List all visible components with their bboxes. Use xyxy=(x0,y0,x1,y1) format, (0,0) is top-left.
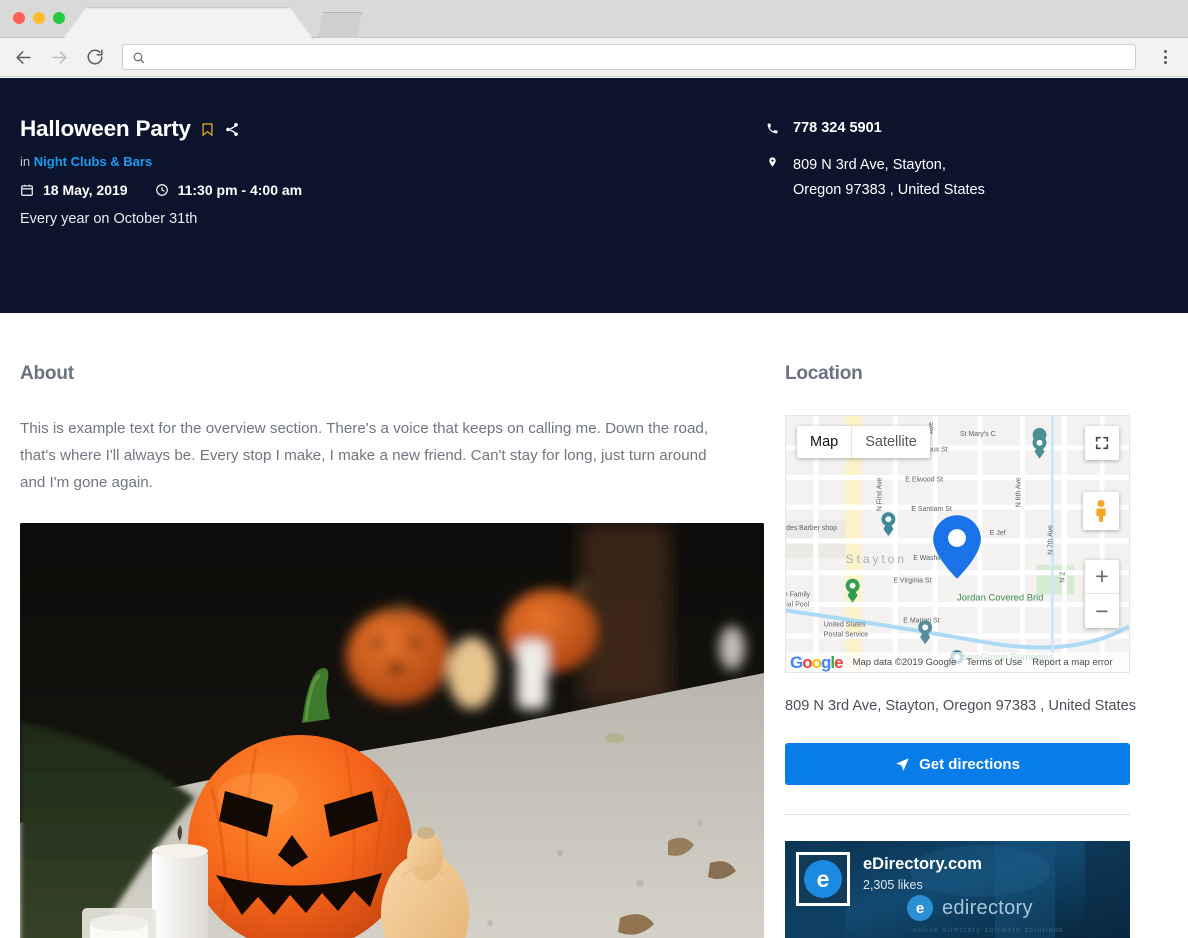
page-content: About This is example text for the overv… xyxy=(0,313,1188,938)
address-bar[interactable] xyxy=(122,44,1136,70)
widget-tagline: online directory software solutions xyxy=(913,927,1064,934)
map-terms-link[interactable]: Terms of Use xyxy=(966,657,1022,668)
reload-icon[interactable] xyxy=(84,46,106,68)
map-pin-icon xyxy=(765,153,779,169)
contact-phone-row[interactable]: 778 324 5901 xyxy=(765,120,985,136)
svg-text:E Santiam St: E Santiam St xyxy=(911,506,952,513)
svg-text:United States: United States xyxy=(824,621,866,628)
phone-icon xyxy=(765,120,779,135)
get-directions-button[interactable]: Get directions xyxy=(785,743,1130,785)
map-zoom-in-button[interactable]: + xyxy=(1085,560,1119,594)
new-tab-button[interactable] xyxy=(318,12,362,38)
forward-arrow-icon xyxy=(48,46,70,68)
svg-text:N 2: N 2 xyxy=(1059,572,1066,583)
map-fullscreen-button[interactable] xyxy=(1085,426,1119,460)
map-zoom-out-button[interactable]: − xyxy=(1085,594,1119,628)
facebook-page-widget[interactable]: e eDirectory.com 2,305 likes e edirector… xyxy=(785,841,1130,938)
browser-tab-bar xyxy=(0,0,1188,38)
page-viewport: Halloween Party in Night Clubs & Bars 18… xyxy=(0,78,1188,938)
svg-text:N 7th Ave: N 7th Ave xyxy=(1047,525,1054,555)
maximize-window-button[interactable] xyxy=(53,12,65,24)
browser-toolbar xyxy=(0,38,1188,77)
address-input[interactable] xyxy=(153,50,1126,64)
hero-left-column: Halloween Party in Night Clubs & Bars 18… xyxy=(20,118,760,227)
hero-contact-block: 778 324 5901 809 N 3rd Ave, Stayton, Ore… xyxy=(765,120,985,220)
svg-text:N First Ave: N First Ave xyxy=(876,477,883,511)
contact-address-row: 809 N 3rd Ave, Stayton, Oregon 97383 , U… xyxy=(765,153,985,203)
google-logo: Google xyxy=(790,654,843,671)
svg-text:St Mary's C: St Mary's C xyxy=(960,431,996,438)
location-map[interactable]: St St Mary's C E Robidoux St E Elwood St… xyxy=(785,415,1130,673)
svg-text:N 6th Ave: N 6th Ave xyxy=(1016,477,1023,507)
svg-text:E Jef: E Jef xyxy=(990,530,1006,537)
map-zoom-control[interactable]: + − xyxy=(1085,560,1119,628)
map-street-view-button[interactable] xyxy=(1083,492,1119,530)
avatar-letter: e xyxy=(804,860,842,898)
address-line-1: 809 N 3rd Ave, Stayton, xyxy=(793,157,946,173)
event-recurrence: Every year on October 31th xyxy=(20,211,760,227)
street-view-pegman-icon xyxy=(1091,499,1111,523)
clock-icon xyxy=(155,183,169,197)
minimize-window-button[interactable] xyxy=(33,12,45,24)
get-directions-label: Get directions xyxy=(919,756,1020,773)
event-hero-header: Halloween Party in Night Clubs & Bars 18… xyxy=(0,78,1188,313)
svg-text:Postal Service: Postal Service xyxy=(824,631,869,638)
contact-address-value: 809 N 3rd Ave, Stayton, Oregon 97383 , U… xyxy=(793,153,985,203)
location-heading: Location xyxy=(785,363,1148,385)
about-body-text: This is example text for the overview se… xyxy=(20,415,730,496)
svg-text:Stayton: Stayton xyxy=(846,552,907,566)
brand-name: edirectory xyxy=(942,897,1033,920)
widget-page-name[interactable]: eDirectory.com xyxy=(863,855,982,874)
location-address-text: 809 N 3rd Ave, Stayton, Oregon 97383 , U… xyxy=(785,694,1148,719)
svg-text:E Elwood St: E Elwood St xyxy=(905,476,943,483)
category-prefix-label: in xyxy=(20,154,30,169)
svg-text:on Family: on Family xyxy=(786,592,811,599)
category-link[interactable]: Night Clubs & Bars xyxy=(34,154,152,169)
navigation-arrow-icon xyxy=(895,757,910,772)
svg-text:Jordan Covered Brid: Jordan Covered Brid xyxy=(957,592,1044,603)
close-window-button[interactable] xyxy=(13,12,25,24)
section-divider xyxy=(785,814,1130,815)
event-time: 11:30 pm - 4:00 am xyxy=(178,182,303,198)
bookmark-icon[interactable] xyxy=(200,121,215,138)
event-title-row: Halloween Party xyxy=(20,118,760,141)
svg-text:orial Pool: orial Pool xyxy=(786,602,809,609)
widget-likes-count: 2,305 likes xyxy=(863,878,923,892)
search-icon xyxy=(132,51,145,64)
back-arrow-icon[interactable] xyxy=(12,46,34,68)
share-icon[interactable] xyxy=(224,121,240,138)
event-photo xyxy=(20,523,764,938)
brand-letter: e xyxy=(907,895,933,921)
event-date: 18 May, 2019 xyxy=(43,182,128,198)
map-type-satellite-button[interactable]: Satellite xyxy=(851,426,930,458)
window-controls xyxy=(13,12,65,24)
map-report-link[interactable]: Report a map error xyxy=(1032,657,1112,668)
map-type-control[interactable]: Map Satellite xyxy=(797,426,930,458)
calendar-icon xyxy=(20,183,34,197)
svg-text:E Virginia St: E Virginia St xyxy=(893,578,931,585)
fullscreen-icon xyxy=(1094,435,1110,451)
map-data-attribution: Map data ©2019 Google xyxy=(853,657,957,668)
browser-window: Halloween Party in Night Clubs & Bars 18… xyxy=(0,0,1188,938)
map-type-map-button[interactable]: Map xyxy=(797,426,851,458)
location-column: Location xyxy=(765,313,1148,938)
address-line-2: Oregon 97383 , United States xyxy=(793,182,985,198)
about-heading: About xyxy=(20,363,730,385)
contact-phone-value: 778 324 5901 xyxy=(793,120,882,136)
browser-menu-icon[interactable] xyxy=(1154,45,1176,69)
page-title: Halloween Party xyxy=(20,118,191,141)
about-column: About This is example text for the overv… xyxy=(20,313,765,938)
pumpkin-photo-illustration xyxy=(20,523,764,938)
browser-tab[interactable] xyxy=(63,7,312,38)
widget-brand-lockup: e edirectory xyxy=(907,895,1033,921)
map-attribution-bar: Google Map data ©2019 Google Terms of Us… xyxy=(786,652,1129,672)
svg-text:des Barber shop: des Barber shop xyxy=(786,525,837,532)
widget-avatar: e xyxy=(796,852,850,906)
event-datetime-row: 18 May, 2019 11:30 pm - 4:00 am xyxy=(20,182,760,198)
event-category-line: in Night Clubs & Bars xyxy=(20,154,760,169)
